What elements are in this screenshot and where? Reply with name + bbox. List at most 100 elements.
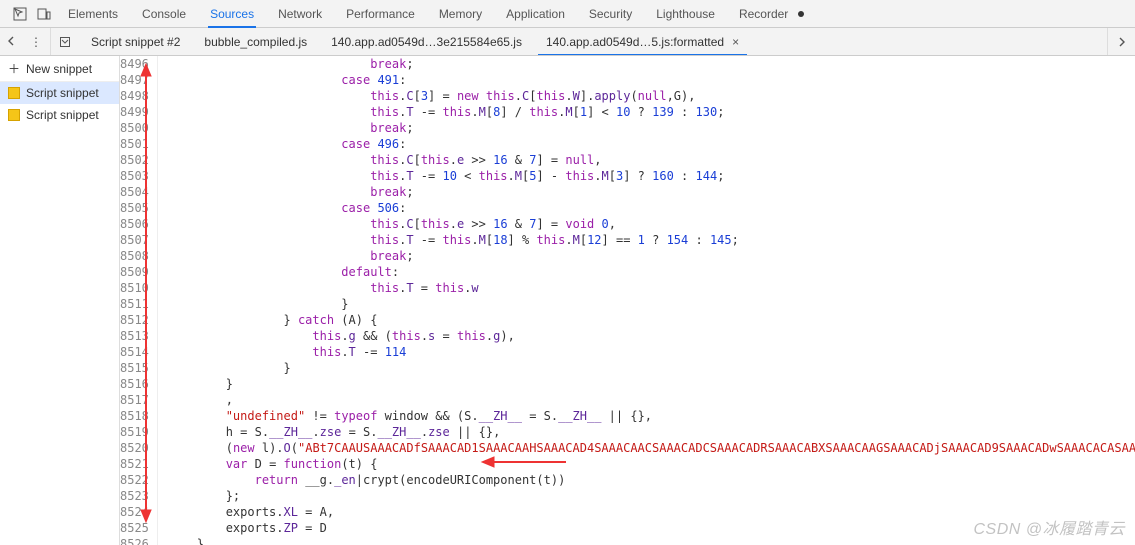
- chevron-right-icon[interactable]: [1107, 28, 1135, 55]
- plus-icon: ＋: [8, 60, 20, 77]
- line-number[interactable]: 8500: [120, 120, 157, 136]
- line-number[interactable]: 8506: [120, 216, 157, 232]
- panel-tab-console[interactable]: Console: [130, 0, 198, 27]
- line-number[interactable]: 8501: [120, 136, 157, 152]
- code-line[interactable]: this.T -= this.M[8] / this.M[1] < 10 ? 1…: [157, 104, 1135, 120]
- snippet-item[interactable]: Script snippet: [0, 104, 119, 126]
- inspect-icon[interactable]: [8, 0, 32, 27]
- code-line[interactable]: },: [157, 536, 1135, 545]
- snippets-sidebar: ＋ New snippet Script snippet Script snipp…: [0, 56, 120, 545]
- line-number[interactable]: 8511: [120, 296, 157, 312]
- file-tab[interactable]: bubble_compiled.js: [192, 28, 319, 55]
- line-number[interactable]: 8517: [120, 392, 157, 408]
- panel-tab-network[interactable]: Network: [266, 0, 334, 27]
- line-number[interactable]: 8503: [120, 168, 157, 184]
- line-number[interactable]: 8512: [120, 312, 157, 328]
- code-editor[interactable]: 8496 break;8497 case 491:8498 this.C[3] …: [120, 56, 1135, 545]
- new-snippet-label: New snippet: [26, 62, 92, 76]
- snippet-item-label: Script snippet: [26, 108, 99, 122]
- panel-tab-lighthouse[interactable]: Lighthouse: [644, 0, 727, 27]
- line-number[interactable]: 8521: [120, 456, 157, 472]
- code-line[interactable]: break;: [157, 248, 1135, 264]
- devtools-panel-tabs: ElementsConsoleSourcesNetworkPerformance…: [0, 0, 1135, 28]
- line-number[interactable]: 8510: [120, 280, 157, 296]
- line-number[interactable]: 8507: [120, 232, 157, 248]
- line-number[interactable]: 8525: [120, 520, 157, 536]
- file-tab-label: 140.app.ad0549d…3e215584e65.js: [331, 35, 522, 49]
- panel-tab-recorder[interactable]: Recorder: [727, 0, 800, 27]
- line-number[interactable]: 8513: [120, 328, 157, 344]
- line-number[interactable]: 8497: [120, 72, 157, 88]
- code-line[interactable]: "undefined" != typeof window && (S.__ZH_…: [157, 408, 1135, 424]
- code-line[interactable]: return __g._en|crypt(encodeURIComponent(…: [157, 472, 1135, 488]
- line-number[interactable]: 8502: [120, 152, 157, 168]
- line-number[interactable]: 8504: [120, 184, 157, 200]
- chevron-left-icon[interactable]: [6, 36, 16, 48]
- code-line[interactable]: this.C[this.e >> 16 & 7] = null,: [157, 152, 1135, 168]
- line-number[interactable]: 8524: [120, 504, 157, 520]
- more-icon[interactable]: ⋮: [30, 35, 44, 49]
- line-number[interactable]: 8514: [120, 344, 157, 360]
- code-line[interactable]: this.T -= 114: [157, 344, 1135, 360]
- panel-tab-sources[interactable]: Sources: [198, 0, 266, 27]
- line-number[interactable]: 8505: [120, 200, 157, 216]
- line-number[interactable]: 8498: [120, 88, 157, 104]
- sources-toolbar: ⋮ Script snippet #2 bubble_compiled.js 140…: [0, 28, 1135, 56]
- panel-tab-elements[interactable]: Elements: [56, 0, 130, 27]
- code-line[interactable]: h = S.__ZH__.zse = S.__ZH__.zse || {},: [157, 424, 1135, 440]
- line-number[interactable]: 8526: [120, 536, 157, 545]
- line-number[interactable]: 8515: [120, 360, 157, 376]
- code-line[interactable]: default:: [157, 264, 1135, 280]
- code-line[interactable]: this.C[3] = new this.C[this.W].apply(nul…: [157, 88, 1135, 104]
- close-icon[interactable]: ×: [732, 35, 739, 49]
- code-line[interactable]: break;: [157, 184, 1135, 200]
- line-number[interactable]: 8518: [120, 408, 157, 424]
- code-line[interactable]: } catch (A) {: [157, 312, 1135, 328]
- code-line[interactable]: this.T -= this.M[18] % this.M[12] == 1 ?…: [157, 232, 1135, 248]
- line-number[interactable]: 8519: [120, 424, 157, 440]
- code-line[interactable]: }: [157, 376, 1135, 392]
- code-line[interactable]: case 496:: [157, 136, 1135, 152]
- device-toolbar-icon[interactable]: [32, 0, 56, 27]
- file-tab[interactable]: Script snippet #2: [79, 28, 192, 55]
- file-tab-label: bubble_compiled.js: [204, 35, 307, 49]
- panel-tab-memory[interactable]: Memory: [427, 0, 494, 27]
- panel-tab-performance[interactable]: Performance: [334, 0, 427, 27]
- file-tab[interactable]: 140.app.ad0549d…3e215584e65.js: [319, 28, 534, 55]
- code-line[interactable]: ,: [157, 392, 1135, 408]
- code-line[interactable]: break;: [157, 56, 1135, 72]
- code-line[interactable]: case 491:: [157, 72, 1135, 88]
- code-line[interactable]: };: [157, 488, 1135, 504]
- code-line[interactable]: }: [157, 296, 1135, 312]
- panel-tab-security[interactable]: Security: [577, 0, 644, 27]
- code-line[interactable]: this.T = this.w: [157, 280, 1135, 296]
- code-line[interactable]: this.C[this.e >> 16 & 7] = void 0,: [157, 216, 1135, 232]
- code-line[interactable]: exports.XL = A,: [157, 504, 1135, 520]
- snippet-item[interactable]: Script snippet: [0, 82, 119, 104]
- code-line[interactable]: this.g && (this.s = this.g),: [157, 328, 1135, 344]
- code-line[interactable]: var D = function(t) {: [157, 456, 1135, 472]
- snippet-file-icon: [8, 87, 20, 99]
- line-number[interactable]: 8523: [120, 488, 157, 504]
- line-number[interactable]: 8516: [120, 376, 157, 392]
- line-number[interactable]: 8522: [120, 472, 157, 488]
- panel-tab-application[interactable]: Application: [494, 0, 577, 27]
- line-number[interactable]: 8496: [120, 56, 157, 72]
- new-snippet-button[interactable]: ＋ New snippet: [0, 56, 119, 82]
- line-number[interactable]: 8499: [120, 104, 157, 120]
- snippet-item-label: Script snippet: [26, 86, 99, 100]
- code-line[interactable]: break;: [157, 120, 1135, 136]
- file-tab-label: 140.app.ad0549d…5.js:formatted: [546, 35, 724, 49]
- code-line[interactable]: }: [157, 360, 1135, 376]
- line-number[interactable]: 8509: [120, 264, 157, 280]
- line-number[interactable]: 8520: [120, 440, 157, 456]
- code-line[interactable]: this.T -= 10 < this.M[5] - this.M[3] ? 1…: [157, 168, 1135, 184]
- file-nav-icon[interactable]: [51, 28, 79, 55]
- code-line[interactable]: case 506:: [157, 200, 1135, 216]
- code-line[interactable]: exports.ZP = D: [157, 520, 1135, 536]
- code-line[interactable]: (new l).O("ABt7CAAUSAAACADfSAAACAD1SAAAC…: [157, 440, 1135, 456]
- snippet-file-icon: [8, 109, 20, 121]
- line-number[interactable]: 8508: [120, 248, 157, 264]
- file-tab-label: Script snippet #2: [91, 35, 180, 49]
- file-tab[interactable]: 140.app.ad0549d…5.js:formatted ×: [534, 28, 751, 55]
